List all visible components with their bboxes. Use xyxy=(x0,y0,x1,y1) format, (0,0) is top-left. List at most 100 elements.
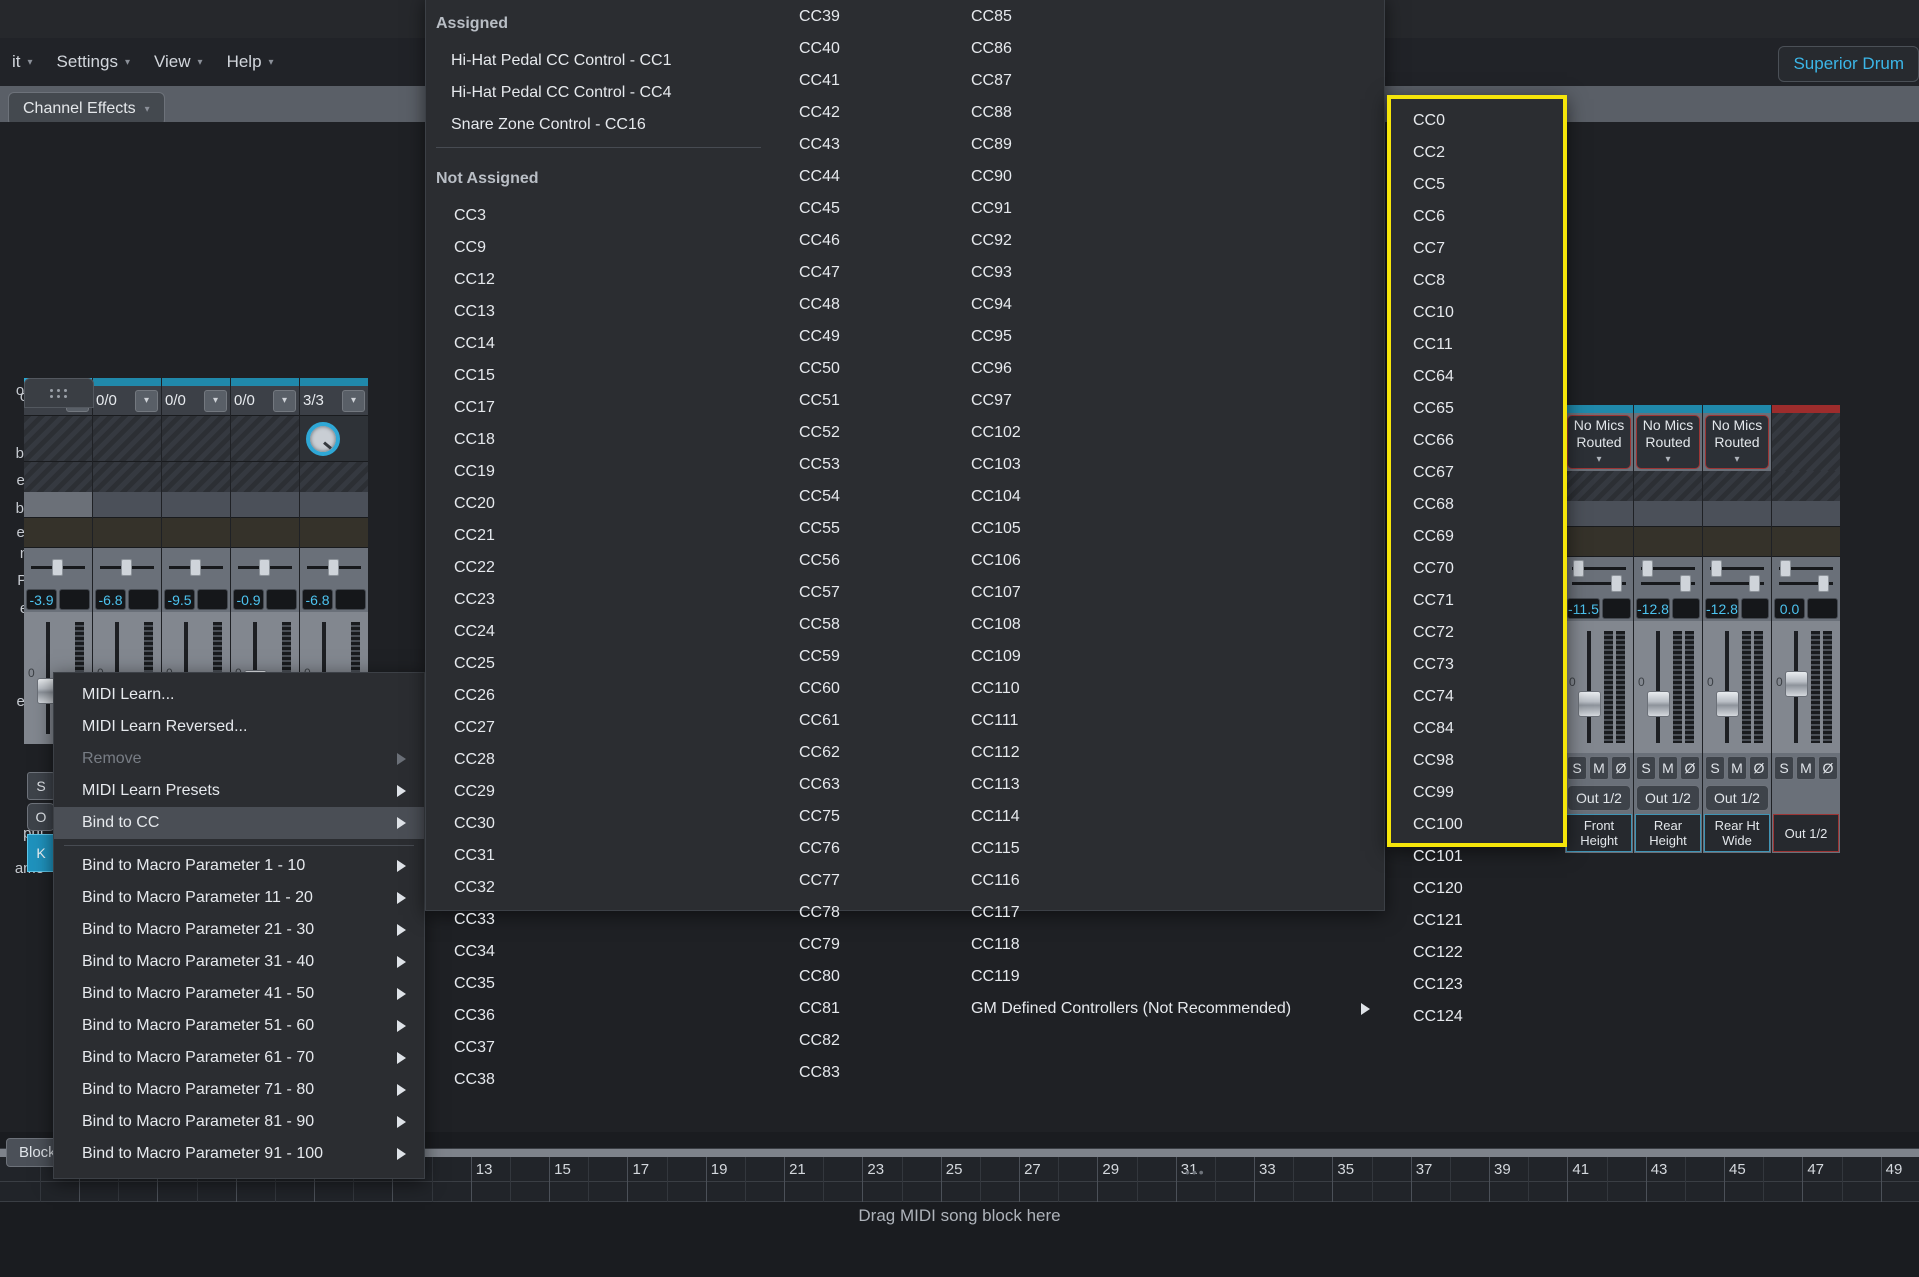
strip-fader-row[interactable]: 0 xyxy=(1703,621,1771,753)
channel-name-button[interactable]: Rear Ht Wide xyxy=(1704,814,1770,852)
mic-routing-button[interactable]: No Mics Routed ▾ xyxy=(1636,415,1700,469)
strip-name-row[interactable]: Out 1/2 xyxy=(1772,813,1840,853)
cc-menu-item[interactable]: CC53 xyxy=(771,449,946,481)
cc-menu-item[interactable]: CC102 xyxy=(946,417,1386,449)
cc-menu-item[interactable]: CC57 xyxy=(771,577,946,609)
strip-pan-row[interactable] xyxy=(231,548,299,586)
cc-menu-item[interactable]: CC116 xyxy=(946,865,1386,897)
cc-menu-item[interactable]: CC107 xyxy=(946,577,1386,609)
cc-menu-item[interactable]: CC74 xyxy=(1391,681,1563,713)
strip-sends-row[interactable] xyxy=(300,518,368,548)
cc-menu-item[interactable]: CC90 xyxy=(946,161,1386,193)
menu-item[interactable]: Bind to Macro Parameter 41 - 50 xyxy=(54,978,424,1010)
pan-handle-b[interactable] xyxy=(1680,575,1691,592)
strip-sends-row[interactable] xyxy=(93,518,161,548)
strip-pan-row[interactable] xyxy=(162,548,230,586)
pan-handle[interactable] xyxy=(190,559,201,576)
cc-menu-item[interactable]: CC24 xyxy=(426,616,771,648)
cc-menu-item[interactable]: CC123 xyxy=(1391,969,1563,1001)
cc-menu-item[interactable]: CC51 xyxy=(771,385,946,417)
cc-menu-item[interactable]: CC43 xyxy=(771,129,946,161)
phase-invert-button[interactable]: Ø xyxy=(1680,756,1700,780)
strip-effects-row[interactable] xyxy=(1703,501,1771,527)
cc-menu-item[interactable]: CC105 xyxy=(946,513,1386,545)
channel-name-button[interactable]: Front Height xyxy=(1566,814,1632,852)
solo-button[interactable]: S xyxy=(1705,756,1725,780)
pan-handle-a[interactable] xyxy=(1642,560,1653,577)
cc-menu-item[interactable]: CC20 xyxy=(426,488,771,520)
strip-effects-row[interactable] xyxy=(1772,501,1840,527)
cc-menu-item[interactable]: CC23 xyxy=(426,584,771,616)
menu-item[interactable]: Bind to Macro Parameter 31 - 40 xyxy=(54,946,424,978)
strip-sends-row[interactable] xyxy=(1565,527,1633,557)
cc-menu-item[interactable]: Hi-Hat Pedal CC Control - CC1 xyxy=(426,45,771,77)
cc-menu-item[interactable]: CC56 xyxy=(771,545,946,577)
cc-menu-item[interactable]: CC49 xyxy=(771,321,946,353)
strip-pan-row[interactable] xyxy=(93,548,161,586)
cc-menu-item[interactable]: CC117 xyxy=(946,897,1386,929)
cc-menu-item[interactable]: CC75 xyxy=(771,801,946,833)
cc-menu-item[interactable]: CC32 xyxy=(426,872,771,904)
fader-handle[interactable] xyxy=(1578,691,1601,717)
menu-item[interactable]: Bind to Macro Parameter 81 - 90 xyxy=(54,1106,424,1138)
channel-effects-dropdown[interactable]: Channel Effects ▾ xyxy=(8,92,165,126)
mute-button[interactable]: M xyxy=(1796,756,1816,780)
fader-handle[interactable] xyxy=(1716,691,1739,717)
cc-menu-item[interactable]: CC42 xyxy=(771,97,946,129)
solo-button-left[interactable]: S xyxy=(27,772,55,800)
menu-item[interactable]: Bind to Macro Parameter 91 - 100 xyxy=(54,1138,424,1170)
pan-handle-a[interactable] xyxy=(1711,560,1722,577)
cc-menu-item[interactable]: CC93 xyxy=(946,257,1386,289)
cc-menu-item[interactable]: CC65 xyxy=(1391,393,1563,425)
cc-menu-item[interactable]: CC50 xyxy=(771,353,946,385)
strip-sends-row[interactable] xyxy=(24,518,92,548)
cc-menu-item[interactable]: CC63 xyxy=(771,769,946,801)
cc-menu-item[interactable]: CC101 xyxy=(1391,841,1563,873)
cc-menu-item[interactable]: CC104 xyxy=(946,481,1386,513)
cc-menu-item[interactable]: CC96 xyxy=(946,353,1386,385)
cc-menu-item[interactable]: CC45 xyxy=(771,193,946,225)
cc-menu-item[interactable]: CC119 xyxy=(946,961,1386,993)
cc-menu-item[interactable]: CC120 xyxy=(1391,873,1563,905)
cc-menu-item[interactable]: CC28 xyxy=(426,744,771,776)
cc-menu-item[interactable]: CC91 xyxy=(946,193,1386,225)
cc-menu-item[interactable]: CC99 xyxy=(1391,777,1563,809)
cc-menu-item[interactable]: CC29 xyxy=(426,776,771,808)
cc-menu-item[interactable]: CC55 xyxy=(771,513,946,545)
phase-invert-button[interactable]: Ø xyxy=(1818,756,1838,780)
cc-menu-item[interactable]: CC22 xyxy=(426,552,771,584)
menu-item[interactable]: Bind to Macro Parameter 11 - 20 xyxy=(54,882,424,914)
menu-help[interactable]: Help ▾ xyxy=(215,46,286,78)
strip-output-row[interactable]: Out 1/2 xyxy=(1565,783,1633,813)
strip-pan-row[interactable] xyxy=(300,548,368,586)
cc-menu-item[interactable]: CC109 xyxy=(946,641,1386,673)
cc-menu-item[interactable]: CC114 xyxy=(946,801,1386,833)
cc-menu-item[interactable]: CC95 xyxy=(946,321,1386,353)
menu-item[interactable]: Bind to CC xyxy=(54,807,424,839)
cc-menu-item[interactable]: CC73 xyxy=(1391,649,1563,681)
strip-fader-row[interactable]: 0 xyxy=(1634,621,1702,753)
menu-item[interactable]: Bind to Macro Parameter 51 - 60 xyxy=(54,1010,424,1042)
cc-menu-item[interactable]: CC30 xyxy=(426,808,771,840)
cc-menu-item[interactable]: CC69 xyxy=(1391,521,1563,553)
cc-menu-item[interactable]: CC62 xyxy=(771,737,946,769)
cc-menu-item[interactable]: CC92 xyxy=(946,225,1386,257)
cc-menu-item[interactable]: CC18 xyxy=(426,424,771,456)
chevron-down-icon[interactable]: ▾ xyxy=(204,389,227,412)
cc-menu-item[interactable]: CC48 xyxy=(771,289,946,321)
pan-handle-b[interactable] xyxy=(1818,575,1829,592)
solo-button[interactable]: S xyxy=(1636,756,1656,780)
strip-pan-row[interactable] xyxy=(1565,557,1633,595)
cc-menu-item[interactable]: CC33 xyxy=(426,904,771,936)
cc-menu-item[interactable]: CC97 xyxy=(946,385,1386,417)
strip-pan-row[interactable] xyxy=(1703,557,1771,595)
chevron-down-icon[interactable]: ▾ xyxy=(135,389,158,412)
pan-handle-b[interactable] xyxy=(1611,575,1622,592)
cc-menu-item[interactable]: CC110 xyxy=(946,673,1386,705)
strip-name-row[interactable]: Rear Ht Wide xyxy=(1703,813,1771,853)
cc-menu-item[interactable]: CC122 xyxy=(1391,937,1563,969)
cc-menu-item[interactable]: CC80 xyxy=(771,961,946,993)
mute-button[interactable]: M xyxy=(1658,756,1678,780)
chevron-down-icon[interactable]: ▾ xyxy=(273,389,296,412)
cc-menu-item[interactable]: CC2 xyxy=(1391,137,1563,169)
